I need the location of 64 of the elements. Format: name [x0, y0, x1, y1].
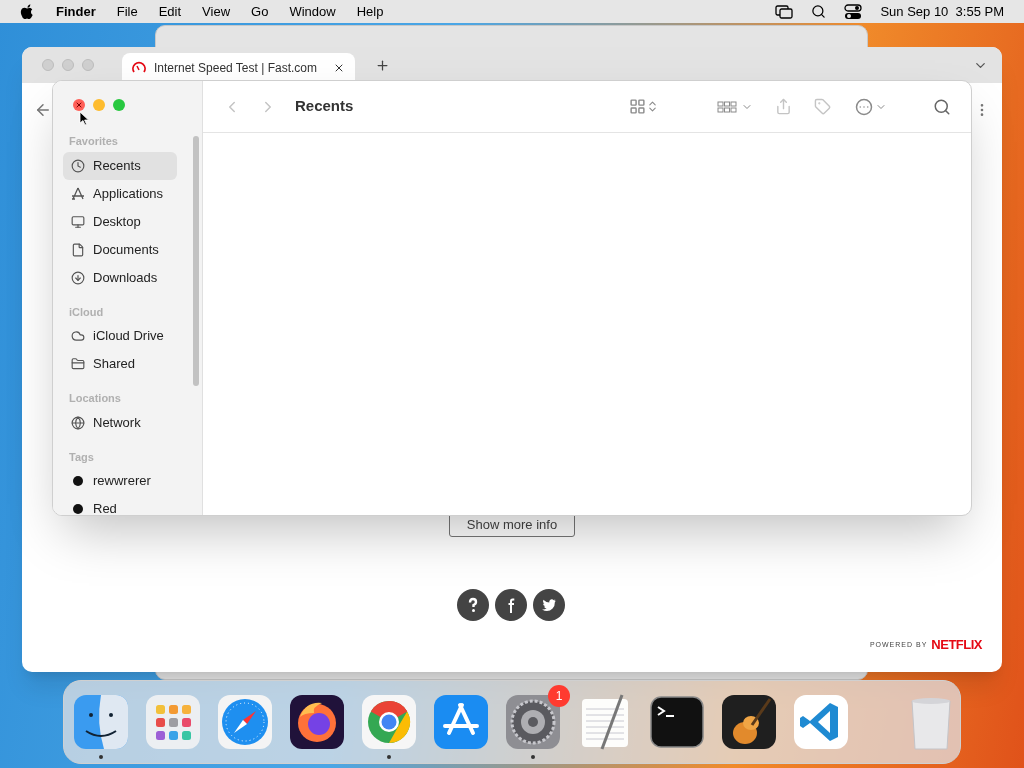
document-icon: [71, 242, 85, 257]
menu-item[interactable]: View: [202, 1, 231, 22]
folder-icon: [71, 357, 85, 371]
menu-item[interactable]: Window: [289, 1, 336, 22]
mouse-pointer-icon: [79, 111, 89, 126]
launchpad-app-icon[interactable]: [144, 693, 202, 751]
bird-icon[interactable]: [533, 589, 565, 621]
notification-badge: 1: [548, 685, 570, 707]
sidebar-heading: Favorites: [69, 134, 119, 149]
control-center-icon[interactable]: [844, 3, 863, 20]
sidebar-item[interactable]: Downloads: [63, 263, 177, 292]
sidebar-item[interactable]: Red: [63, 495, 177, 515]
menu-item[interactable]: Go: [251, 1, 269, 22]
menu-bar-clock[interactable]: Sun Sep 10 3:55 PM: [880, 1, 1004, 22]
safari-app-icon[interactable]: [216, 693, 274, 751]
settings-app-icon[interactable]: [504, 693, 562, 751]
download-icon: [71, 270, 85, 285]
running-indicator: [99, 755, 103, 759]
help-icon[interactable]: [457, 589, 489, 621]
sidebar-heading: Tags: [69, 449, 95, 465]
sidebar-item[interactable]: Desktop: [63, 207, 177, 236]
sidebar-item[interactable]: Recents: [63, 151, 177, 180]
app-menu[interactable]: Finder: [56, 1, 96, 22]
close-icon: [75, 101, 83, 109]
sidebar-item[interactable]: Documents: [63, 235, 177, 264]
close-tab-icon[interactable]: [333, 62, 345, 74]
chrome-app-icon[interactable]: [360, 693, 418, 751]
group-icon[interactable]: [717, 99, 754, 114]
sidebar-item[interactable]: iCloud Drive: [63, 322, 177, 350]
clock-icon: [71, 158, 85, 173]
sidebar-item[interactable]: rewwrerer: [63, 467, 177, 495]
browser-tab[interactable]: Internet Speed Test | Fast.com: [122, 53, 355, 83]
firefox-app-icon[interactable]: [288, 693, 346, 751]
running-indicator: [531, 755, 535, 759]
apps-icon: [71, 186, 85, 201]
appstore-app-icon[interactable]: [432, 693, 490, 751]
finder-app-icon[interactable]: [72, 693, 130, 751]
netflix-logo[interactable]: NETFLIX: [931, 635, 982, 655]
sidebar-heading: Locations: [69, 391, 122, 406]
menu-item[interactable]: File: [116, 1, 138, 22]
screen-mirroring-icon[interactable]: [775, 4, 794, 19]
back-icon[interactable]: [34, 101, 52, 119]
scrollbar[interactable]: [193, 136, 199, 386]
garageband-app-icon[interactable]: [720, 693, 778, 751]
vscode-app-icon[interactable]: [792, 693, 850, 751]
speedometer-icon: [132, 61, 146, 75]
desktop-icon: [71, 214, 85, 229]
menu-item[interactable]: Edit: [158, 1, 182, 22]
globe-icon: [71, 415, 85, 430]
terminal-app-icon[interactable]: [648, 693, 706, 751]
search-icon[interactable]: [811, 4, 827, 19]
apple-logo-icon[interactable]: [20, 3, 34, 20]
sidebar-heading: iCloud: [69, 304, 105, 320]
sidebar-item[interactable]: Shared: [63, 350, 177, 378]
more-actions-icon[interactable]: [855, 97, 888, 116]
sidebar-item[interactable]: Network: [63, 408, 177, 437]
cloud-icon: [71, 329, 85, 343]
close-window-button[interactable]: [73, 99, 85, 111]
new-tab-icon[interactable]: [375, 57, 390, 73]
facebook-icon[interactable]: [495, 589, 527, 621]
running-indicator: [387, 755, 391, 759]
window-title: Recents: [295, 96, 354, 117]
sidebar-item[interactable]: Applications: [63, 179, 177, 208]
menu-item[interactable]: Help: [356, 1, 384, 22]
